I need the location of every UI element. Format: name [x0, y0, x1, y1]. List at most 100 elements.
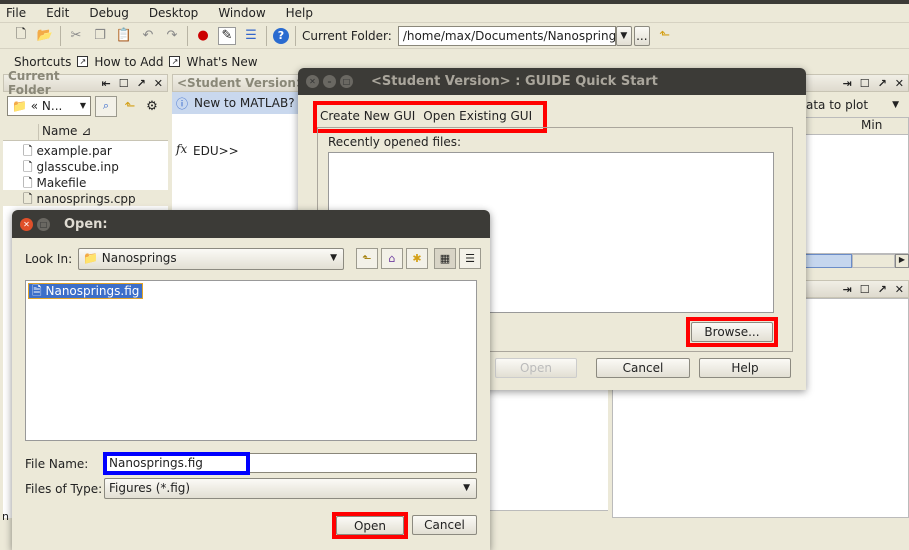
- command-prompt: EDU>>: [193, 144, 239, 158]
- gear-icon[interactable]: ⚙: [143, 97, 161, 115]
- simulink-icon[interactable]: ●: [194, 27, 212, 45]
- column-header: Name ⊿: [3, 124, 168, 141]
- help-icon[interactable]: ?: [273, 27, 289, 44]
- chevron-down-icon: ▼: [330, 253, 337, 263]
- shortcuts-label[interactable]: Shortcuts: [14, 55, 71, 69]
- file-type-value: Figures (*.fig): [109, 481, 191, 495]
- cancel-button[interactable]: Cancel: [596, 358, 690, 378]
- panel-title: Current Folder: [8, 69, 60, 97]
- shortcut-icon: ↗: [169, 56, 181, 67]
- scroll-right-icon[interactable]: ▶: [895, 254, 909, 268]
- file-type-dropdown[interactable]: Figures (*.fig) ▼: [104, 478, 477, 499]
- chevron-down-icon: ▼: [463, 483, 470, 493]
- minimize-icon[interactable]: □: [37, 217, 50, 231]
- dialog-title: <Student Version> : GUIDE Quick Start: [371, 74, 658, 89]
- maximize-icon[interactable]: ☐: [860, 77, 870, 90]
- close-icon[interactable]: ✕: [154, 77, 163, 90]
- look-in-dropdown[interactable]: 📁 Nanosprings ▼: [78, 248, 344, 270]
- popout-icon[interactable]: ↗: [878, 77, 887, 90]
- current-folder-input[interactable]: /home/max/Documents/Nanosprings: [397, 25, 616, 46]
- cut-icon[interactable]: ✂: [67, 27, 85, 45]
- new-folder-icon[interactable]: ✱: [406, 248, 428, 269]
- divider: [60, 25, 61, 46]
- file-item[interactable]: 🗋 glasscube.inp: [3, 158, 168, 174]
- open-folder-icon[interactable]: 📂: [36, 27, 54, 45]
- shortcut-how-to-add[interactable]: How to Add: [94, 55, 163, 69]
- info-icon: ⓘ: [176, 96, 189, 111]
- file-icon: 🗋: [23, 160, 33, 174]
- menu-window[interactable]: Window: [218, 4, 265, 22]
- dialog-title-bar: ✕ – □ <Student Version> : GUIDE Quick Star…: [298, 68, 806, 95]
- menu-edit[interactable]: Edit: [46, 4, 69, 22]
- file-icon: 🗋: [23, 176, 33, 190]
- copy-icon[interactable]: ❐: [91, 27, 109, 45]
- close-icon[interactable]: ✕: [306, 75, 319, 88]
- paste-icon[interactable]: 📋: [115, 27, 133, 45]
- open-button[interactable]: Open: [336, 516, 404, 535]
- file-name: example.par: [36, 144, 112, 158]
- look-in-label: Look In:: [25, 252, 73, 266]
- home-icon[interactable]: ⌂: [381, 248, 403, 269]
- close-icon[interactable]: ✕: [895, 77, 904, 90]
- undock-icon[interactable]: ⇤: [101, 77, 110, 90]
- menu-bar: File Edit Debug Desktop Window Help: [0, 4, 909, 22]
- file-name: Makefile: [36, 176, 87, 190]
- tab-create-new-gui[interactable]: Create New GUI: [320, 109, 415, 123]
- divider: [266, 25, 267, 46]
- undock-icon[interactable]: ⇥: [842, 283, 851, 296]
- menu-help[interactable]: Help: [286, 4, 313, 22]
- file-item[interactable]: 🗋 nanosprings.cpp: [3, 190, 168, 206]
- popout-icon[interactable]: ↗: [137, 77, 146, 90]
- file-icon: 🗋: [23, 144, 33, 158]
- menu-debug[interactable]: Debug: [89, 4, 128, 22]
- cancel-button[interactable]: Cancel: [412, 515, 477, 535]
- redo-icon[interactable]: ↷: [163, 27, 181, 45]
- file-item-selected[interactable]: 🗎 Nanosprings.fig: [28, 283, 144, 299]
- current-folder-label: Current Folder:: [302, 28, 392, 43]
- close-icon[interactable]: ✕: [895, 283, 904, 296]
- search-icon[interactable]: ⌕: [95, 95, 117, 117]
- maximize-icon[interactable]: ☐: [860, 283, 870, 296]
- fig-file-icon: 🗎: [32, 284, 42, 298]
- type-column[interactable]: [3, 124, 39, 140]
- function-browser-icon[interactable]: fx: [176, 142, 187, 156]
- file-name: glasscube.inp: [36, 160, 119, 174]
- file-name-highlight: [103, 452, 250, 475]
- up-one-level-icon[interactable]: ⬑: [356, 248, 378, 269]
- menu-file[interactable]: File: [6, 4, 26, 22]
- up-folder-icon[interactable]: ⬑: [656, 27, 674, 45]
- browse-folder-button[interactable]: ...: [633, 25, 650, 46]
- file-name: Nanosprings.fig: [45, 284, 140, 298]
- name-column-header[interactable]: Name ⊿: [39, 124, 91, 140]
- popout-icon[interactable]: ↗: [878, 283, 887, 296]
- folder-path-dropdown[interactable]: 📁 « N... ▼: [7, 96, 91, 116]
- file-item[interactable]: 🗋 Makefile: [3, 174, 168, 190]
- menu-desktop[interactable]: Desktop: [149, 4, 199, 22]
- maximize-icon[interactable]: ☐: [119, 77, 129, 90]
- shortcut-whats-new[interactable]: What's New: [186, 55, 257, 69]
- new-file-icon[interactable]: 🗋: [12, 27, 30, 45]
- chevron-down-icon: ▼: [892, 99, 899, 110]
- undo-icon[interactable]: ↶: [139, 27, 157, 45]
- minimize-icon[interactable]: –: [323, 75, 336, 88]
- folder-icon: 📁: [83, 251, 98, 265]
- undock-icon[interactable]: ⇥: [842, 77, 851, 90]
- browse-button[interactable]: Browse...: [691, 322, 773, 342]
- file-item[interactable]: 🗋 example.par: [3, 142, 168, 158]
- up-folder-icon[interactable]: ⬑: [121, 97, 139, 115]
- file-list[interactable]: 🗎 Nanosprings.fig: [25, 280, 477, 441]
- dialog-title: Open:: [64, 216, 108, 232]
- info-text[interactable]: New to MATLAB? W: [194, 96, 310, 110]
- file-name: nanosprings.cpp: [36, 192, 136, 206]
- open-button[interactable]: Open: [495, 358, 577, 378]
- details-view-icon[interactable]: ☰: [459, 248, 481, 269]
- tab-open-existing-gui[interactable]: Open Existing GUI: [423, 109, 532, 123]
- list-view-icon[interactable]: ▦: [434, 248, 456, 269]
- divider: [295, 25, 296, 46]
- folder-history-dropdown[interactable]: ▼: [615, 25, 632, 46]
- close-icon[interactable]: ✕: [20, 217, 33, 231]
- help-button[interactable]: Help: [699, 358, 791, 378]
- maximize-icon[interactable]: □: [340, 75, 353, 88]
- guide-icon[interactable]: ✎: [218, 26, 236, 45]
- profiler-icon[interactable]: ☰: [242, 27, 260, 45]
